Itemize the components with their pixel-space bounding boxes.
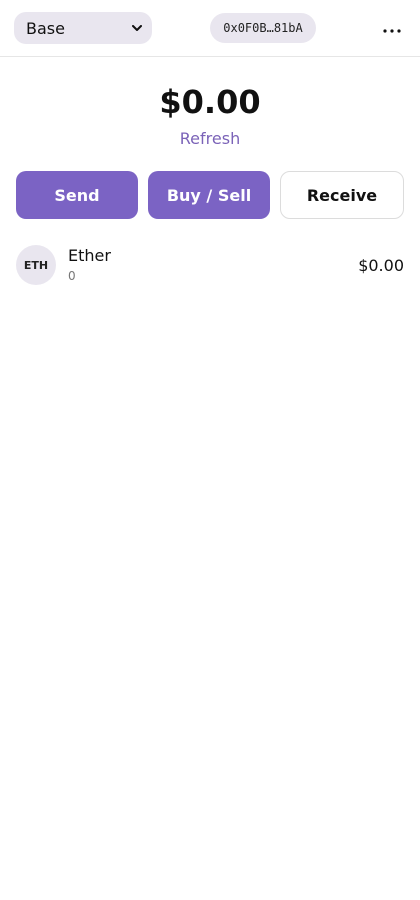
- asset-amount: 0: [68, 269, 76, 283]
- buy-sell-button[interactable]: Buy / Sell: [148, 171, 270, 219]
- total-balance: $0.00: [159, 83, 261, 121]
- asset-row-eth[interactable]: ETH Ether 0 $0.00: [16, 243, 404, 287]
- action-buttons: Send Buy / Sell Receive: [16, 171, 404, 219]
- receive-button[interactable]: Receive: [280, 171, 404, 219]
- refresh-link[interactable]: Refresh: [0, 129, 420, 149]
- eth-token-icon: ETH: [16, 245, 56, 285]
- network-select-label: Base: [26, 18, 65, 38]
- send-button[interactable]: Send: [16, 171, 138, 219]
- app-header: Base 0x0F0B…81bA: [0, 0, 420, 57]
- network-select[interactable]: Base: [14, 12, 152, 44]
- chevron-down-icon: [132, 23, 142, 33]
- asset-info: Ether 0: [68, 246, 358, 284]
- more-menu-button[interactable]: [380, 14, 404, 42]
- asset-name: Ether: [68, 246, 111, 265]
- account-address-pill[interactable]: 0x0F0B…81bA: [210, 13, 316, 43]
- more-horizontal-icon: [382, 19, 402, 38]
- asset-value: $0.00: [358, 255, 404, 275]
